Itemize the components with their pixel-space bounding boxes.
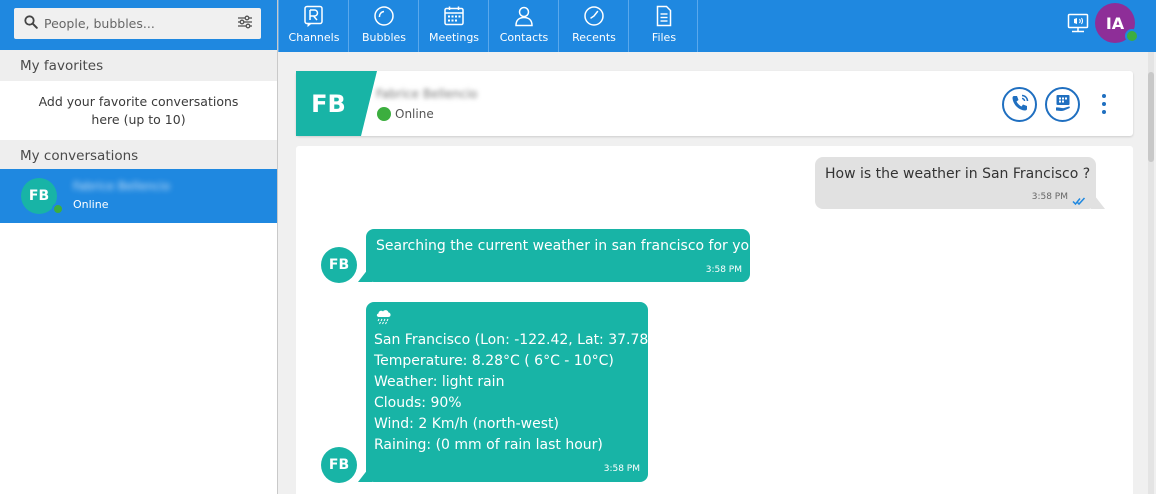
tab-contacts-label: Contacts <box>499 31 549 44</box>
weather-clouds: Clouds: 90% <box>374 395 462 411</box>
nav-divider <box>697 0 698 52</box>
more-options-icon[interactable] <box>1099 94 1109 114</box>
tab-files[interactable]: Files <box>628 0 698 52</box>
search-input[interactable] <box>44 16 237 31</box>
tab-channels[interactable]: Channels <box>278 0 348 52</box>
weather-wind: Wind: 2 Km/h (north-west) <box>374 416 559 432</box>
tab-files-label: Files <box>651 31 677 44</box>
phone-icon <box>1010 93 1030 117</box>
contact-name: Fabrice Bellencio <box>376 87 478 101</box>
weather-message: San Francisco (Lon: -122.42, Lat: 37.78)… <box>366 302 654 482</box>
message-text: Searching the current weather in san fra… <box>376 238 758 254</box>
tab-recents[interactable]: Recents <box>558 0 628 52</box>
weather-temperature: Temperature: 8.28°C ( 6°C - 10°C) <box>374 353 614 369</box>
share-screen-icon <box>1053 93 1073 117</box>
message-time: 3:58 PM <box>705 265 742 275</box>
rain-cloud-icon <box>374 307 394 331</box>
read-receipt-icon <box>1072 191 1086 206</box>
contact-header: FB Fabrice Bellencio Online <box>296 71 1133 136</box>
tab-meetings-label: Meetings <box>428 31 480 44</box>
online-status-dot <box>52 203 64 215</box>
sidebar: My favorites Add your favorite conversat… <box>0 0 278 494</box>
sender-avatar: FB <box>321 447 357 483</box>
calendar-icon <box>443 5 465 27</box>
contacts-icon <box>513 5 535 27</box>
tab-channels-label: Channels <box>288 31 340 44</box>
file-icon <box>653 5 675 27</box>
user-online-status-dot <box>1125 29 1139 43</box>
tab-meetings[interactable]: Meetings <box>418 0 488 52</box>
contact-avatar: FB <box>296 71 361 136</box>
tab-contacts[interactable]: Contacts <box>488 0 558 52</box>
conversation-status: Online <box>73 198 109 211</box>
favorites-hint: Add your favorite conversations here (up… <box>0 81 277 140</box>
weather-rain: Raining: (0 mm of rain last hour) <box>374 437 603 453</box>
message-incoming: Searching the current weather in san fra… <box>366 229 758 282</box>
bubbles-icon <box>373 5 395 27</box>
message-time: 3:58 PM <box>1031 192 1068 202</box>
filter-settings-icon[interactable] <box>237 14 253 33</box>
scrollbar-thumb[interactable] <box>1148 72 1154 162</box>
bubble-tail <box>1091 191 1105 209</box>
clock-icon <box>583 5 605 27</box>
message-text: How is the weather in San Francisco ? <box>825 166 1091 182</box>
conversation-name: Fabrice Bellencio <box>73 179 171 193</box>
message-outgoing: How is the weather in San Francisco ? 3:… <box>815 157 1096 209</box>
conversations-header: My conversations <box>0 140 277 171</box>
share-screen-button[interactable] <box>1045 87 1080 122</box>
screen-share-icon[interactable] <box>1067 12 1089 34</box>
conversation-item[interactable]: FB Fabrice Bellencio Online <box>0 169 277 223</box>
message-time: 3:58 PM <box>603 464 640 474</box>
chat-panel: How is the weather in San Francisco ? 3:… <box>296 146 1133 494</box>
search-area <box>0 0 277 50</box>
call-button[interactable] <box>1002 87 1037 122</box>
tab-bubbles-label: Bubbles <box>361 31 407 44</box>
search-icon <box>24 14 38 33</box>
contact-status: Online <box>395 107 434 121</box>
tab-recents-label: Recents <box>572 31 616 44</box>
sender-avatar: FB <box>321 247 357 283</box>
top-nav-bar: Channels Bubbles Meetings Contacts Recen… <box>278 0 1156 52</box>
search-box[interactable] <box>14 8 261 39</box>
tab-bubbles[interactable]: Bubbles <box>348 0 418 52</box>
favorites-header: My favorites <box>0 50 277 81</box>
contact-avatar-corner <box>361 71 377 136</box>
favorites-hint-text: Add your favorite conversations here (up… <box>38 94 239 127</box>
channels-icon <box>303 5 325 28</box>
scrollbar[interactable] <box>1148 52 1154 494</box>
weather-location: San Francisco (Lon: -122.42, Lat: 37.78) <box>374 332 654 348</box>
weather-condition: Weather: light rain <box>374 374 505 390</box>
contact-online-dot <box>377 107 391 121</box>
